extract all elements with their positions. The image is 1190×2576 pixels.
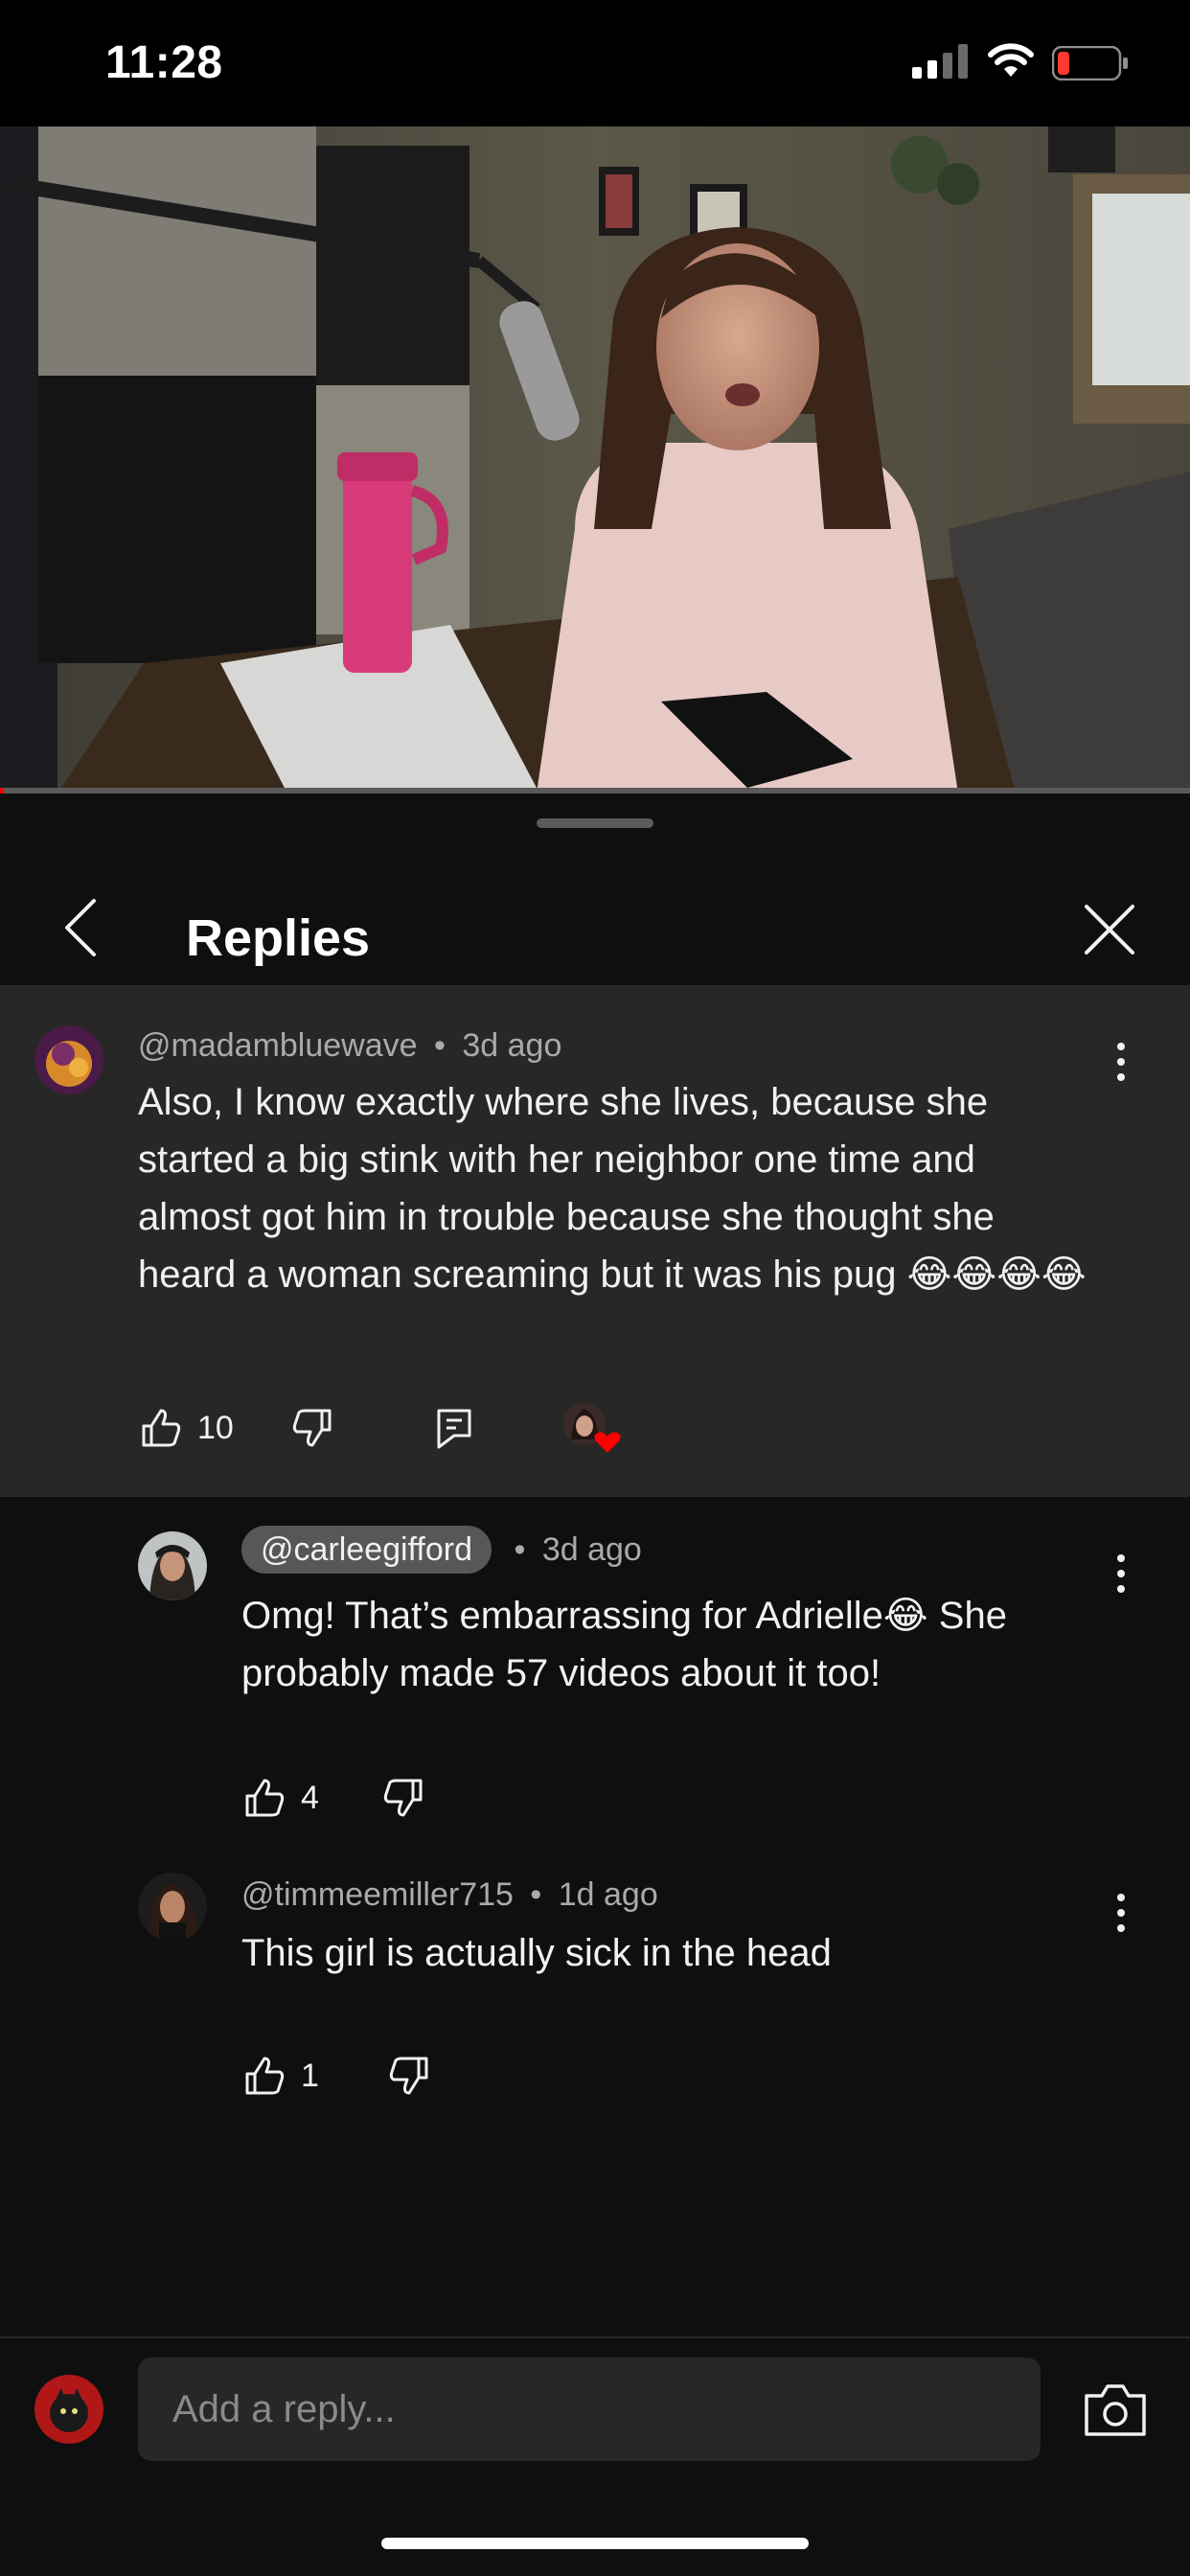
meta-separator: •	[514, 1531, 526, 1568]
comment-author[interactable]: @timmeemiller715	[241, 1876, 514, 1913]
avatar[interactable]	[138, 1531, 207, 1600]
sheet-title: Replies	[186, 909, 371, 967]
thumbs-down-icon[interactable]	[380, 1775, 426, 1821]
thumbs-down-icon[interactable]	[386, 2053, 432, 2099]
sheet-drag-handle[interactable]	[537, 818, 653, 828]
comment-text: Also, I know exactly where she lives, be…	[138, 1081, 1087, 1296]
comment-meta: @carleegifford • 3d ago	[241, 1526, 642, 1574]
camera-icon[interactable]	[1083, 2382, 1148, 2438]
status-time: 11:28	[105, 37, 223, 88]
video-progress-bar[interactable]	[0, 788, 1190, 794]
comment-age: 1d ago	[558, 1876, 658, 1913]
comment-meta: @madambluewave • 3d ago	[138, 1027, 561, 1065]
parent-comment: @madambluewave • 3d ago Also, I know exa…	[0, 987, 1190, 1497]
avatar[interactable]	[34, 1025, 103, 1094]
thumbs-up-icon[interactable]	[241, 2053, 287, 2099]
more-vert-icon[interactable]	[1102, 1884, 1140, 1942]
thumbs-up-icon[interactable]	[241, 1775, 287, 1821]
comment-text: Omg! That’s embarrassing for Adrielle😂 S…	[241, 1595, 1007, 1694]
sheet-header: Replies	[0, 834, 1190, 987]
video-frame	[0, 126, 1190, 794]
wifi-icon	[988, 43, 1034, 77]
status-bar: 11:28	[0, 0, 1190, 126]
replies-sheet: Replies @madambluewave • 3d ago Also, I …	[0, 795, 1190, 2576]
creator-heart-icon[interactable]	[561, 1401, 623, 1455]
like-count: 1	[301, 2057, 319, 2094]
video-progress-fill	[0, 788, 4, 794]
comment-actions: 4	[241, 1769, 426, 1827]
close-icon[interactable]	[1079, 899, 1140, 960]
reply-input[interactable]	[138, 2358, 1041, 2461]
user-avatar[interactable]	[34, 2375, 103, 2444]
more-vert-icon[interactable]	[1102, 1545, 1140, 1602]
thumbs-up-icon[interactable]	[138, 1405, 184, 1451]
comment-actions: 10	[138, 1399, 623, 1457]
reply-icon[interactable]	[431, 1405, 477, 1451]
comment-author-highlighted[interactable]: @carleegifford	[241, 1526, 492, 1574]
more-vert-icon[interactable]	[1102, 1033, 1140, 1091]
comment-author[interactable]: @madambluewave	[138, 1027, 418, 1064]
thumbs-down-icon[interactable]	[289, 1405, 335, 1451]
battery-low-icon	[1052, 46, 1128, 80]
comment-meta: @timmeemiller715 • 1d ago	[241, 1876, 658, 1914]
comment-text: This girl is actually sick in the head	[241, 1932, 832, 1974]
avatar[interactable]	[138, 1873, 207, 1942]
meta-separator: •	[530, 1876, 542, 1913]
chevron-left-icon[interactable]	[50, 891, 109, 964]
comment-age: 3d ago	[541, 1531, 642, 1568]
comment-age: 3d ago	[462, 1027, 562, 1064]
like-count: 10	[197, 1409, 234, 1446]
meta-separator: •	[434, 1027, 446, 1064]
cellular-signal-icon	[912, 44, 968, 79]
home-indicator	[381, 2538, 809, 2549]
like-count: 4	[301, 1779, 319, 1816]
comment-actions: 1	[241, 2047, 432, 2104]
video-player[interactable]	[0, 126, 1190, 794]
